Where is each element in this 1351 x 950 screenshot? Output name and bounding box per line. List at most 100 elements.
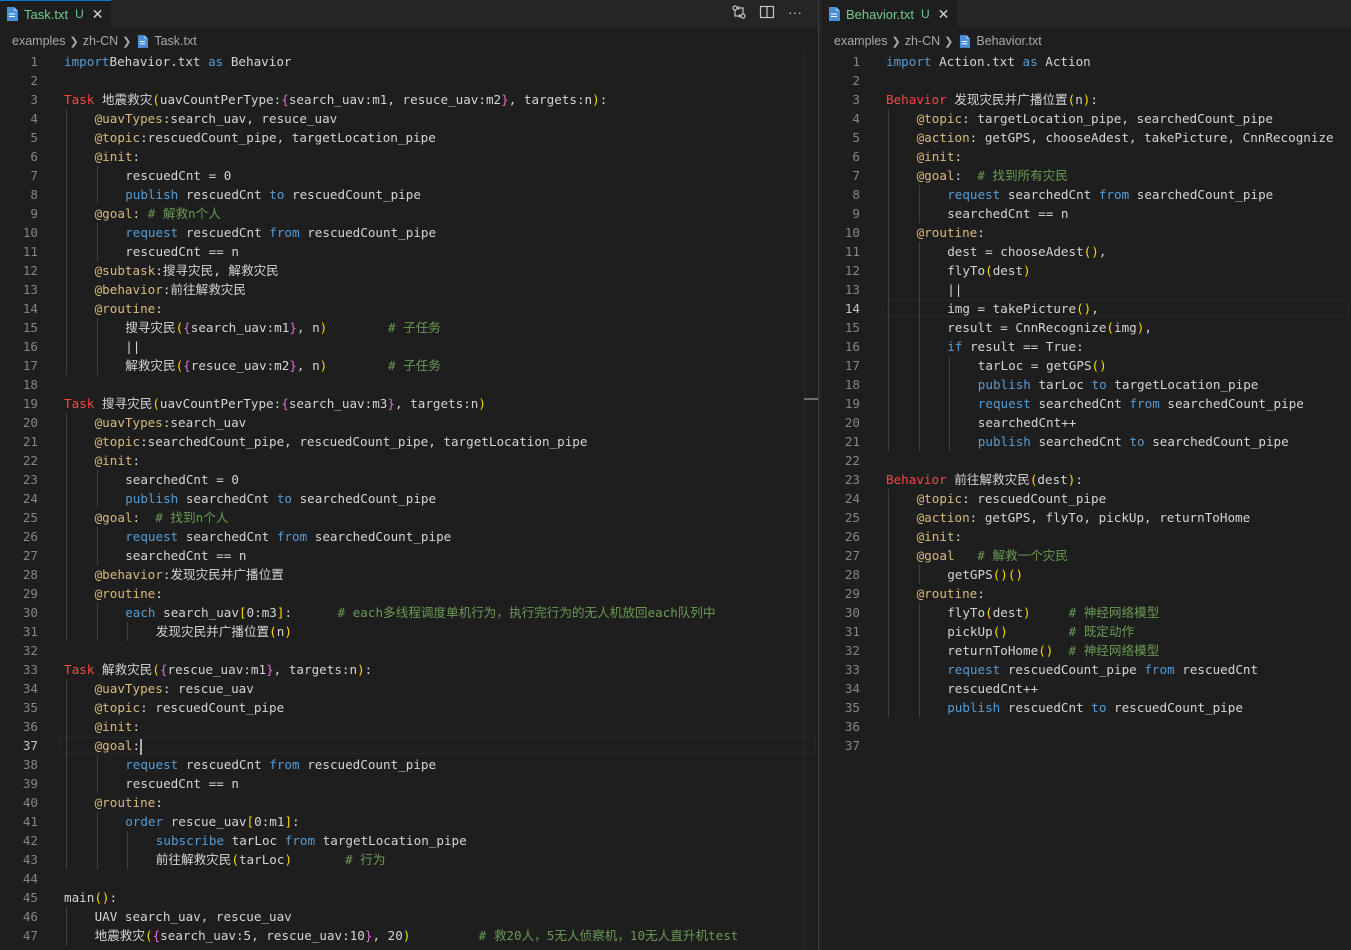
code-line[interactable]: 7 @goal: # 找到所有灾民: [822, 166, 1351, 185]
code-line[interactable]: 6 @init:: [0, 147, 818, 166]
close-icon[interactable]: ✕: [938, 6, 950, 23]
code-line[interactable]: 24 @topic: rescuedCount_pipe: [822, 489, 1351, 508]
code-line[interactable]: 15 result = CnnRecognize(img),: [822, 318, 1351, 337]
code-line[interactable]: 6 @init:: [822, 147, 1351, 166]
code-line[interactable]: 8 request searchedCnt from searchedCount_…: [822, 185, 1351, 204]
code-line[interactable]: 11 rescuedCnt == n: [0, 242, 818, 261]
breadcrumb-folder-examples[interactable]: examples: [834, 34, 888, 48]
code-line[interactable]: 31 发现灾民并广播位置(n): [0, 622, 818, 641]
code-line[interactable]: 43 前往解救灾民(tarLoc) # 行为: [0, 850, 818, 869]
code-line[interactable]: 12 @subtask:搜寻灾民, 解救灾民: [0, 261, 818, 280]
code-line[interactable]: 2: [0, 71, 818, 90]
code-line[interactable]: 37: [822, 736, 1351, 755]
code-line[interactable]: 17 解救灾民({resuce_uav:m2}, n) # 子任务: [0, 356, 818, 375]
code-line[interactable]: 29 @routine:: [0, 584, 818, 603]
code-line[interactable]: 19 Task 搜寻灾民(uavCountPerType:{search_uav:…: [0, 394, 818, 413]
code-editor[interactable]: 1 import Action.txt as Action 2 3 Behavior 发…: [822, 52, 1351, 950]
code-line[interactable]: 16 if result == True:: [822, 337, 1351, 356]
code-line[interactable]: 36: [822, 717, 1351, 736]
code-line[interactable]: 31 pickUp() # 既定动作: [822, 622, 1351, 641]
code-line[interactable]: 35 publish rescuedCnt to rescuedCount_pip…: [822, 698, 1351, 717]
code-line[interactable]: 9 @goal: # 解救n个人: [0, 204, 818, 223]
code-line[interactable]: 5 @action: getGPS, chooseAdest, takePictu…: [822, 128, 1351, 147]
code-line[interactable]: 25 @action: getGPS, flyTo, pickUp, return…: [822, 508, 1351, 527]
compare-changes-icon[interactable]: [730, 3, 748, 21]
code-line[interactable]: 32 returnToHome() # 神经网络模型: [822, 641, 1351, 660]
code-line[interactable]: 27 @goal # 解救一个灾民: [822, 546, 1351, 565]
code-line[interactable]: 42 subscribe tarLoc from targetLocation_p…: [0, 831, 818, 850]
code-line[interactable]: 8 publish rescuedCnt to rescuedCount_pipe: [0, 185, 818, 204]
code-line[interactable]: 2: [822, 71, 1351, 90]
close-icon[interactable]: ✕: [92, 6, 104, 23]
code-line[interactable]: 33 Task 解救灾民({rescue_uav:m1}, targets:n):: [0, 660, 818, 679]
breadcrumb-folder-examples[interactable]: examples: [12, 34, 66, 48]
code-line[interactable]: 14 @routine:: [0, 299, 818, 318]
code-line[interactable]: 35 @topic: rescuedCount_pipe: [0, 698, 818, 717]
code-line[interactable]: 20 @uavTypes:search_uav: [0, 413, 818, 432]
more-actions-icon[interactable]: ···: [786, 3, 804, 21]
code-line[interactable]: 21 @topic:searchedCount_pipe, rescuedCoun…: [0, 432, 818, 451]
code-line[interactable]: 29 @routine:: [822, 584, 1351, 603]
code-line[interactable]: 19 request searchedCnt from searchedCount…: [822, 394, 1351, 413]
split-editor-icon[interactable]: [758, 3, 776, 21]
code-line[interactable]: 38 request rescuedCnt from rescuedCount_p…: [0, 755, 818, 774]
code-line[interactable]: 33 request rescuedCount_pipe from rescued…: [822, 660, 1351, 679]
vertical-scrollbar[interactable]: [804, 52, 818, 950]
code-line[interactable]: 13 ||: [822, 280, 1351, 299]
code-line[interactable]: 41 order rescue_uav[0:m1]:: [0, 812, 818, 831]
code-line[interactable]: 4 @topic: targetLocation_pipe, searchedCo…: [822, 109, 1351, 128]
tab-behavior-txt[interactable]: Behavior.txt U ✕: [822, 0, 958, 27]
code-line[interactable]: 34 @uavTypes: rescue_uav: [0, 679, 818, 698]
code-line[interactable]: 5 @topic:rescuedCount_pipe, targetLocatio…: [0, 128, 818, 147]
code-line[interactable]: 26 @init:: [822, 527, 1351, 546]
code-line[interactable]: 16 ||: [0, 337, 818, 356]
code-line[interactable]: 18 publish tarLoc to targetLocation_pipe: [822, 375, 1351, 394]
code-line[interactable]: 3 Behavior 发现灾民并广播位置(n):: [822, 90, 1351, 109]
code-line[interactable]: 15 搜寻灾民({search_uav:m1}, n) # 子任务: [0, 318, 818, 337]
code-line[interactable]: 20 searchedCnt++: [822, 413, 1351, 432]
code-line[interactable]: 30 flyTo(dest) # 神经网络模型: [822, 603, 1351, 622]
code-line[interactable]: 34 rescuedCnt++: [822, 679, 1351, 698]
code-line[interactable]: 10 request rescuedCnt from rescuedCount_p…: [0, 223, 818, 242]
code-line[interactable]: 39 rescuedCnt == n: [0, 774, 818, 793]
code-line[interactable]: 44: [0, 869, 818, 888]
breadcrumb-file[interactable]: Task.txt: [154, 34, 196, 48]
code-line[interactable]: 17 tarLoc = getGPS(): [822, 356, 1351, 375]
code-line[interactable]: 32: [0, 641, 818, 660]
code-line[interactable]: 28 getGPS()(): [822, 565, 1351, 584]
code-line[interactable]: 4 @uavTypes:search_uav, resuce_uav: [0, 109, 818, 128]
code-line[interactable]: 45 main():: [0, 888, 818, 907]
code-editor[interactable]: 1 importBehavior.txt as Behavior 2 3 Task 地震…: [0, 52, 818, 950]
code-line[interactable]: 28 @behavior:发现灾民并广播位置: [0, 565, 818, 584]
code-line[interactable]: 37 @goal:: [0, 736, 818, 755]
tab-task-txt[interactable]: Task.txt U ✕: [0, 0, 112, 27]
code-line[interactable]: 21 publish searchedCnt to searchedCount_p…: [822, 432, 1351, 451]
code-line[interactable]: 23 searchedCnt = 0: [0, 470, 818, 489]
code-line[interactable]: 18: [0, 375, 818, 394]
code-line[interactable]: 9 searchedCnt == n: [822, 204, 1351, 223]
code-line[interactable]: 23 Behavior 前往解救灾民(dest):: [822, 470, 1351, 489]
code-line[interactable]: 46 UAV search_uav, rescue_uav: [0, 907, 818, 926]
code-line[interactable]: 14 img = takePicture(),: [822, 299, 1351, 318]
code-line[interactable]: 10 @routine:: [822, 223, 1351, 242]
code-line[interactable]: 22: [822, 451, 1351, 470]
code-line[interactable]: 22 @init:: [0, 451, 818, 470]
code-line[interactable]: 12 flyTo(dest): [822, 261, 1351, 280]
code-line[interactable]: 36 @init:: [0, 717, 818, 736]
code-line[interactable]: 13 @behavior:前往解救灾民: [0, 280, 818, 299]
code-line[interactable]: 47 地震救灾({search_uav:5, rescue_uav:10}, 20…: [0, 926, 818, 945]
code-line[interactable]: 27 searchedCnt == n: [0, 546, 818, 565]
code-line[interactable]: 24 publish searchedCnt to searchedCount_p…: [0, 489, 818, 508]
breadcrumb-folder-zh-cn[interactable]: zh-CN: [905, 34, 940, 48]
code-line[interactable]: 40 @routine:: [0, 793, 818, 812]
code-line[interactable]: 3 Task 地震救灾(uavCountPerType:{search_uav:m…: [0, 90, 818, 109]
code-line[interactable]: 26 request searchedCnt from searchedCount…: [0, 527, 818, 546]
breadcrumb-file[interactable]: Behavior.txt: [976, 34, 1041, 48]
code-line[interactable]: 30 each search_uav[0:m3]: # each多线程调度单机行为…: [0, 603, 818, 622]
code-line[interactable]: 11 dest = chooseAdest(),: [822, 242, 1351, 261]
code-line[interactable]: 1 import Action.txt as Action: [822, 52, 1351, 71]
code-line[interactable]: 25 @goal: # 找到n个人: [0, 508, 818, 527]
code-line[interactable]: 1 importBehavior.txt as Behavior: [0, 52, 818, 71]
code-line[interactable]: 7 rescuedCnt = 0: [0, 166, 818, 185]
breadcrumb-folder-zh-cn[interactable]: zh-CN: [83, 34, 118, 48]
